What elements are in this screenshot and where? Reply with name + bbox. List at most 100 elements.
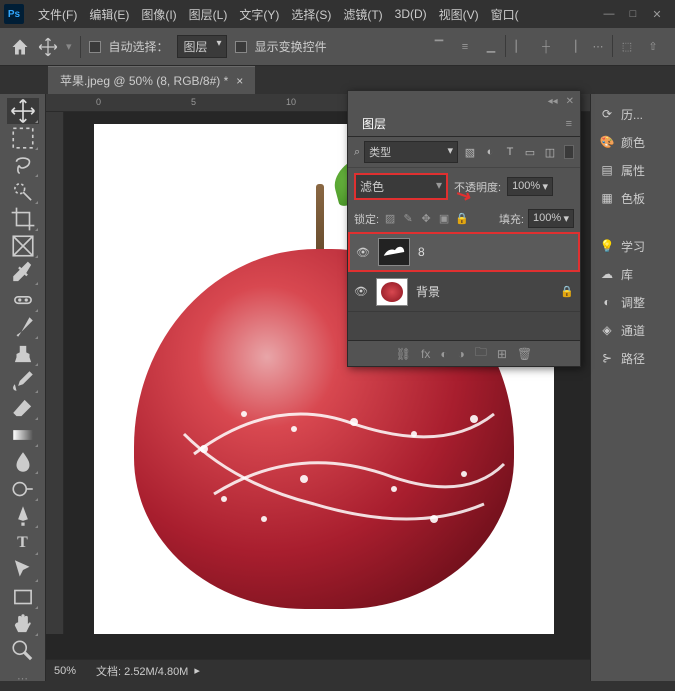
palette-icon: 🎨 (599, 134, 615, 150)
lasso-tool[interactable] (7, 152, 39, 178)
panel-menu-icon[interactable]: ≡ (566, 118, 572, 130)
align-right-icon[interactable]: ▕ (560, 35, 584, 59)
menu-select[interactable]: 选择(S) (285, 6, 337, 23)
layers-panel[interactable]: ◂◂ ✕ 图层 ≡ ⌕ 类型 ▧ ◐ T ▭ ◫ 滤色 不透明度: 100%▾ … (347, 90, 581, 367)
move-tool-icon[interactable] (38, 37, 58, 57)
layer-fx-icon[interactable]: fx (421, 347, 430, 361)
align-top-icon[interactable]: ▔ (427, 35, 451, 59)
menu-3d[interactable]: 3D(D) (389, 7, 433, 21)
dock-adjustments[interactable]: ◐调整 (595, 288, 671, 316)
crop-tool[interactable] (7, 206, 39, 232)
filter-kind-dropdown[interactable]: 类型 (364, 141, 458, 163)
dock-paths[interactable]: ⊱路径 (595, 344, 671, 372)
healing-brush-tool[interactable] (7, 287, 39, 313)
align-hcenter-icon[interactable]: ┼ (534, 35, 558, 59)
delete-layer-icon[interactable]: 🗑 (517, 347, 532, 361)
lock-all-icon[interactable]: 🔒 (455, 212, 469, 226)
layer-name[interactable]: 8 (418, 245, 572, 259)
menu-type[interactable]: 文字(Y) (233, 6, 285, 23)
brush-tool[interactable] (7, 314, 39, 340)
edit-toolbar-icon[interactable]: ⋯ (7, 665, 39, 691)
blur-tool[interactable] (7, 449, 39, 475)
group-icon[interactable]: 🗀 (475, 343, 487, 364)
maximize-button[interactable]: □ (627, 8, 639, 21)
link-layers-icon[interactable]: ⛓ (396, 347, 411, 361)
move-tool[interactable] (7, 98, 39, 124)
menu-layer[interactable]: 图层(L) (183, 6, 234, 23)
hand-tool[interactable] (7, 611, 39, 637)
lock-image-icon[interactable]: ✎ (401, 212, 415, 226)
menu-filter[interactable]: 滤镜(T) (337, 6, 388, 23)
show-transform-checkbox[interactable] (235, 41, 247, 53)
document-tab[interactable]: 苹果.jpeg @ 50% (8, RGB/8#) * × (48, 66, 255, 94)
align-vcenter-icon[interactable]: ≡ (453, 35, 477, 59)
dock-channels[interactable]: ◈通道 (595, 316, 671, 344)
eyedropper-tool[interactable] (7, 260, 39, 286)
eraser-tool[interactable] (7, 395, 39, 421)
fill-input[interactable]: 100%▾ (528, 209, 574, 228)
dock-history[interactable]: ⟳历... (595, 100, 671, 128)
align-left-icon[interactable]: ▏ (508, 35, 532, 59)
filter-shape-icon[interactable]: ▭ (522, 144, 538, 160)
dodge-tool[interactable] (7, 476, 39, 502)
history-brush-tool[interactable] (7, 368, 39, 394)
dock-color[interactable]: 🎨颜色 (595, 128, 671, 156)
status-doc-size[interactable]: 文档: 2.52M/4.80M (96, 663, 188, 679)
align-bottom-icon[interactable]: ▁ (479, 35, 503, 59)
share-icon[interactable]: ⇧ (641, 35, 665, 59)
auto-select-dropdown[interactable]: 图层 (177, 35, 227, 58)
zoom-tool[interactable] (7, 638, 39, 664)
panel-close-icon[interactable]: ✕ (566, 96, 574, 107)
layer-item-background[interactable]: 👁 背景 🔒 (348, 272, 580, 312)
menu-edit[interactable]: 编辑(E) (83, 6, 135, 23)
filter-pixel-icon[interactable]: ▧ (462, 144, 478, 160)
layer-mask-icon[interactable]: ◐ (440, 347, 447, 361)
rectangle-tool[interactable] (7, 584, 39, 610)
layers-tab[interactable]: 图层 (356, 111, 392, 136)
visibility-toggle-icon[interactable]: 👁 (356, 246, 370, 259)
lock-position-icon[interactable]: ✥ (419, 212, 433, 226)
status-arrow-icon[interactable]: ▸ (194, 664, 200, 677)
lock-transparent-icon[interactable]: ▨ (383, 212, 397, 226)
adjustment-layer-icon[interactable]: ◑ (458, 347, 465, 361)
layer-item-8[interactable]: 👁 8 (348, 232, 580, 272)
panel-header[interactable]: ◂◂ ✕ (348, 91, 580, 111)
filter-adjustment-icon[interactable]: ◐ (482, 144, 498, 160)
document-tab-close-icon[interactable]: × (236, 74, 243, 88)
layer-name[interactable]: 背景 (416, 283, 552, 300)
new-layer-icon[interactable]: ⊞ (497, 347, 507, 361)
filter-smart-icon[interactable]: ◫ (542, 144, 558, 160)
path-select-tool[interactable] (7, 557, 39, 583)
layer-thumbnail[interactable] (376, 278, 408, 306)
menu-file[interactable]: 文件(F) (32, 6, 83, 23)
status-zoom[interactable]: 50% (54, 665, 76, 677)
3d-mode-icon[interactable]: ⬚ (615, 35, 639, 59)
auto-select-checkbox[interactable] (89, 41, 101, 53)
menu-window[interactable]: 窗口( (485, 6, 525, 23)
visibility-toggle-icon[interactable]: 👁 (354, 285, 368, 298)
clone-stamp-tool[interactable] (7, 341, 39, 367)
dock-properties[interactable]: ▤属性 (595, 156, 671, 184)
close-button[interactable]: ✕ (651, 8, 663, 21)
type-tool[interactable]: T (7, 530, 39, 556)
filter-toggle[interactable] (564, 145, 574, 159)
minimize-button[interactable]: — (603, 8, 615, 21)
dock-libraries[interactable]: ☁库 (595, 260, 671, 288)
dock-swatches[interactable]: ▦色板 (595, 184, 671, 212)
dock-learn[interactable]: 💡学习 (595, 232, 671, 260)
gradient-tool[interactable] (7, 422, 39, 448)
marquee-tool[interactable] (7, 125, 39, 151)
blend-mode-dropdown[interactable]: 滤色 (354, 173, 448, 200)
lock-artboard-icon[interactable]: ▣ (437, 212, 451, 226)
frame-tool[interactable] (7, 233, 39, 259)
home-icon[interactable] (10, 37, 30, 57)
menu-view[interactable]: 视图(V) (433, 6, 485, 23)
quick-select-tool[interactable] (7, 179, 39, 205)
layer-thumbnail[interactable] (378, 238, 410, 266)
opacity-input[interactable]: 100%▾ (507, 177, 553, 196)
more-icon[interactable]: ⋯ (586, 35, 610, 59)
filter-type-icon[interactable]: T (502, 144, 518, 160)
pen-tool[interactable] (7, 503, 39, 529)
panel-collapse-icon[interactable]: ◂◂ (548, 96, 558, 107)
menu-image[interactable]: 图像(I) (135, 6, 182, 23)
